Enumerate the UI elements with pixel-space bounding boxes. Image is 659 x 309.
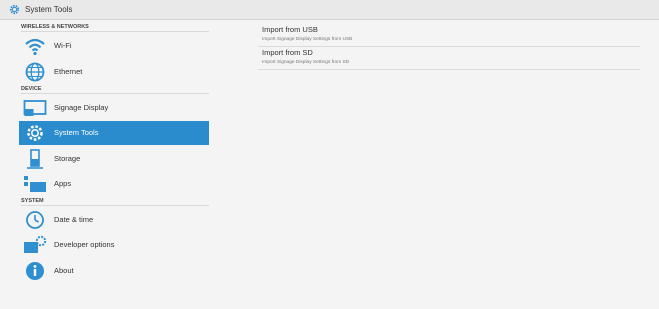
sidebar-item-date-time[interactable]: Date & time — [19, 208, 209, 232]
entry-subtitle: Import Signage Display Settings from USB — [262, 37, 353, 42]
title-bar: System Tools — [0, 0, 659, 20]
info-icon — [26, 262, 44, 280]
sidebar-item-label: Signage Display — [54, 103, 109, 112]
entry-title: Import from USB — [262, 25, 318, 34]
display-icon — [23, 100, 47, 116]
list-item-import-usb[interactable]: Import from USB Import Signage Display S… — [258, 25, 640, 47]
sidebar-item-label: Apps — [54, 179, 72, 188]
sidebar-item-label: Wi-Fi — [54, 41, 72, 50]
sidebar-item-label: Ethernet — [54, 67, 83, 76]
storage-icon — [27, 149, 43, 169]
ethernet-icon — [25, 62, 45, 82]
section-divider — [21, 31, 209, 32]
apps-icon — [24, 176, 46, 192]
sidebar: WIRELESS & NETWORKS Wi-Fi Ethernet DEVIC… — [0, 20, 212, 309]
section-divider — [21, 93, 209, 94]
wifi-icon — [25, 38, 45, 56]
clock-icon — [26, 211, 44, 229]
sidebar-item-label: System Tools — [54, 128, 99, 137]
sidebar-item-label: About — [54, 266, 74, 275]
sidebar-item-system-tools[interactable]: System Tools — [19, 121, 209, 145]
sidebar-item-ethernet[interactable]: Ethernet — [19, 60, 209, 84]
window-title: System Tools — [25, 5, 73, 14]
entry-divider — [258, 69, 640, 70]
sidebar-item-signage-display[interactable]: Signage Display — [19, 96, 209, 120]
section-header-wireless: WIRELESS & NETWORKS — [21, 24, 89, 30]
sidebar-item-about[interactable]: About — [19, 259, 209, 283]
sidebar-item-apps[interactable]: Apps — [19, 172, 209, 196]
developer-options-icon — [24, 235, 47, 253]
gear-icon — [9, 4, 20, 15]
list-item-import-sd[interactable]: Import from SD Import Signage Display Se… — [258, 48, 640, 70]
gear-icon — [27, 125, 43, 141]
sidebar-item-storage[interactable]: Storage — [19, 147, 209, 171]
entry-title: Import from SD — [262, 48, 313, 57]
section-divider — [21, 205, 209, 206]
sidebar-item-label: Date & time — [54, 215, 94, 224]
sidebar-item-label: Developer options — [54, 240, 115, 249]
sidebar-item-developer-options[interactable]: Developer options — [19, 233, 209, 257]
section-header-system: SYSTEM — [21, 198, 44, 204]
entry-subtitle: Import Signage Display Settings from SD — [262, 60, 350, 65]
section-header-device: DEVICE — [21, 86, 42, 92]
entry-divider — [258, 46, 640, 47]
sidebar-item-label: Storage — [54, 154, 81, 163]
sidebar-item-wifi[interactable]: Wi-Fi — [19, 34, 209, 58]
